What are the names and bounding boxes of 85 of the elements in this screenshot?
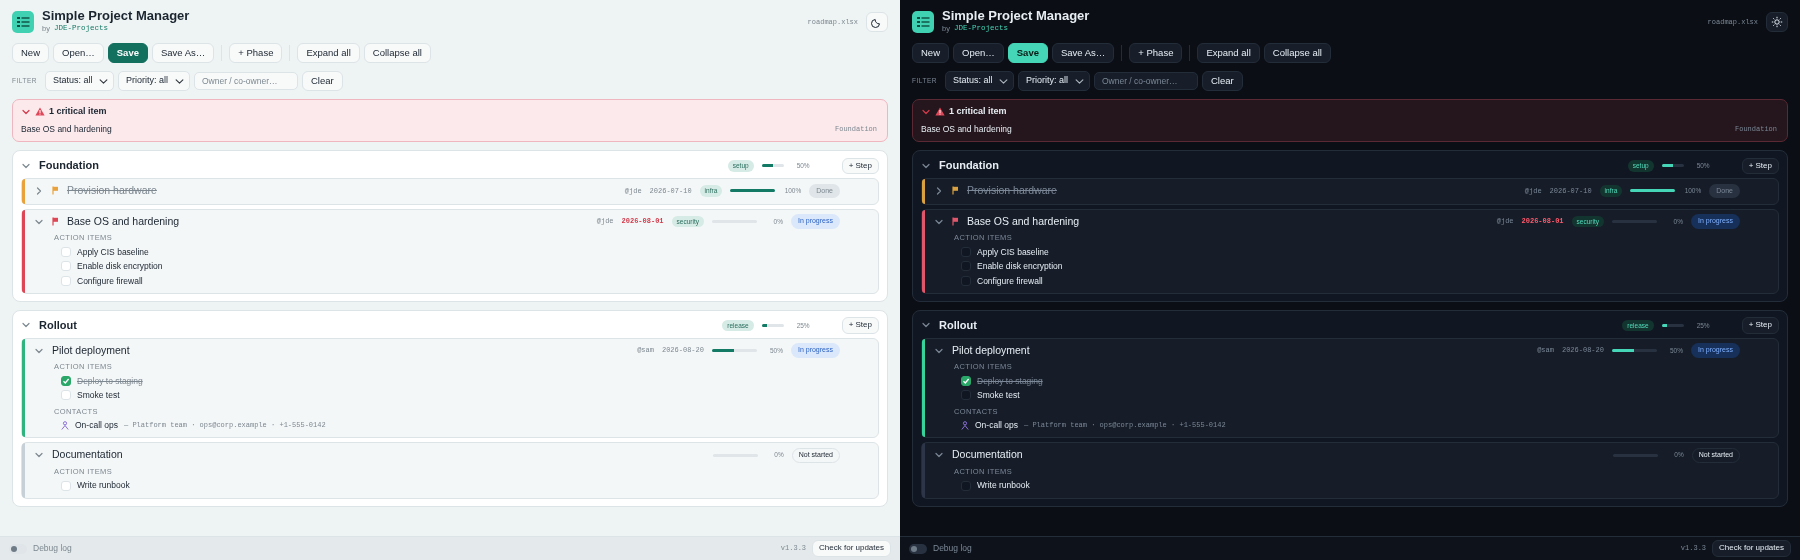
progress-bar [711, 349, 757, 353]
toolbar-button[interactable]: New [12, 42, 49, 63]
add-step-button[interactable]: + Step [841, 157, 879, 174]
action-item-text: Apply CIS baseline [77, 245, 149, 259]
action-item-text: Deploy to staging [977, 374, 1043, 388]
toolbar-button[interactable]: Save [1007, 42, 1048, 63]
check-updates-button[interactable]: Check for updates [1712, 540, 1791, 557]
toolbar-button[interactable]: Save As… [151, 42, 215, 63]
toolbar-button[interactable]: Expand all [1197, 42, 1260, 63]
theme-toggle-button[interactable] [1766, 11, 1788, 32]
toolbar-button[interactable]: Save [107, 42, 148, 63]
critical-title: 1 critical item [49, 105, 107, 119]
critical-item[interactable]: Base OS and hardening [21, 122, 112, 136]
step-title: Pilot deployment [52, 342, 130, 358]
toolbar-button[interactable]: + Phase [229, 42, 283, 63]
debug-toggle[interactable] [9, 543, 27, 554]
add-step-button[interactable]: + Step [1741, 317, 1779, 334]
step-title: Base OS and hardening [967, 213, 1080, 229]
owner-filter-field[interactable]: Owner / co-owner… [1093, 71, 1198, 91]
action-item-text: Enable disk encryption [977, 260, 1063, 274]
progress-bar [1611, 349, 1657, 353]
progress-bar [1661, 164, 1684, 168]
step-title: Provision hardware [67, 183, 157, 198]
phase-title: Rollout [39, 318, 77, 334]
chevron-down-icon[interactable] [21, 107, 31, 117]
toolbar-button[interactable]: Collapse all [363, 42, 431, 63]
app-title: Simple Project Manager [42, 9, 190, 24]
logo-icon [12, 10, 34, 33]
progress-bar [1630, 189, 1676, 193]
sun-icon [1771, 16, 1783, 28]
logo-icon [912, 10, 934, 33]
step-title: Pilot deployment [952, 342, 1030, 358]
action-item-text: Deploy to staging [77, 374, 143, 388]
toolbar-button[interactable]: New [912, 42, 949, 63]
critical-item[interactable]: Base OS and hardening [921, 122, 1012, 136]
critical-title: 1 critical item [949, 105, 1007, 119]
step-title: Provision hardware [967, 183, 1057, 198]
filter-dropdown[interactable]: Priority: all [1017, 71, 1090, 91]
debug-toggle[interactable] [909, 543, 927, 554]
step-title: Documentation [52, 447, 123, 463]
debug-label: Debug log [933, 542, 972, 555]
chevron-right-icon[interactable] [34, 185, 44, 196]
action-item-text: Smoke test [77, 389, 120, 403]
action-item-text: Write runbook [77, 479, 130, 493]
debug-label: Debug log [33, 542, 72, 555]
warning-icon [935, 107, 945, 117]
action-item-text: Enable disk encryption [77, 260, 163, 274]
progress-bar [761, 324, 784, 327]
add-step-button[interactable]: + Step [1741, 157, 1779, 174]
person-icon [961, 420, 969, 430]
toolbar-button[interactable]: Save As… [1051, 42, 1115, 63]
progress-bar [730, 189, 776, 193]
action-item-text: Write runbook [977, 479, 1030, 493]
toolbar-button[interactable]: Expand all [297, 42, 360, 63]
phase-title: Foundation [939, 158, 999, 174]
chevron-down-icon[interactable] [921, 107, 931, 117]
clear-button[interactable]: Clear [1201, 70, 1243, 92]
chevron-right-icon[interactable] [934, 185, 944, 196]
toolbar-button[interactable]: + Phase [1129, 42, 1183, 63]
checkbox[interactable] [61, 376, 71, 386]
filter-dropdown[interactable]: Priority: all [117, 71, 190, 91]
step-title: Documentation [952, 447, 1023, 463]
moon-icon [871, 16, 883, 28]
contact-name: On-call ops [75, 419, 118, 432]
step-title: Base OS and hardening [67, 213, 180, 229]
person-icon [61, 420, 69, 430]
action-item-text: Apply CIS baseline [977, 245, 1049, 259]
progress-bar [761, 164, 784, 168]
app-title: Simple Project Manager [942, 9, 1090, 24]
action-item-text: Configure firewall [77, 274, 143, 288]
phase-title: Foundation [39, 158, 99, 174]
add-step-button[interactable]: + Step [841, 317, 879, 334]
check-updates-button[interactable]: Check for updates [812, 540, 891, 557]
clear-button[interactable]: Clear [301, 70, 343, 92]
phase-title: Rollout [939, 318, 977, 334]
filter-dropdown[interactable]: Status: all [944, 71, 1014, 91]
contact-name: On-call ops [975, 419, 1018, 432]
action-item-text: Smoke test [977, 389, 1020, 403]
toolbar-button[interactable]: Collapse all [1263, 42, 1331, 63]
toolbar-button[interactable]: Open… [953, 42, 1004, 63]
filter-dropdown[interactable]: Status: all [44, 71, 114, 91]
action-item-text: Configure firewall [977, 274, 1043, 288]
toolbar-button[interactable]: Open… [53, 42, 104, 63]
warning-icon [35, 107, 45, 117]
checkbox[interactable] [961, 376, 971, 386]
